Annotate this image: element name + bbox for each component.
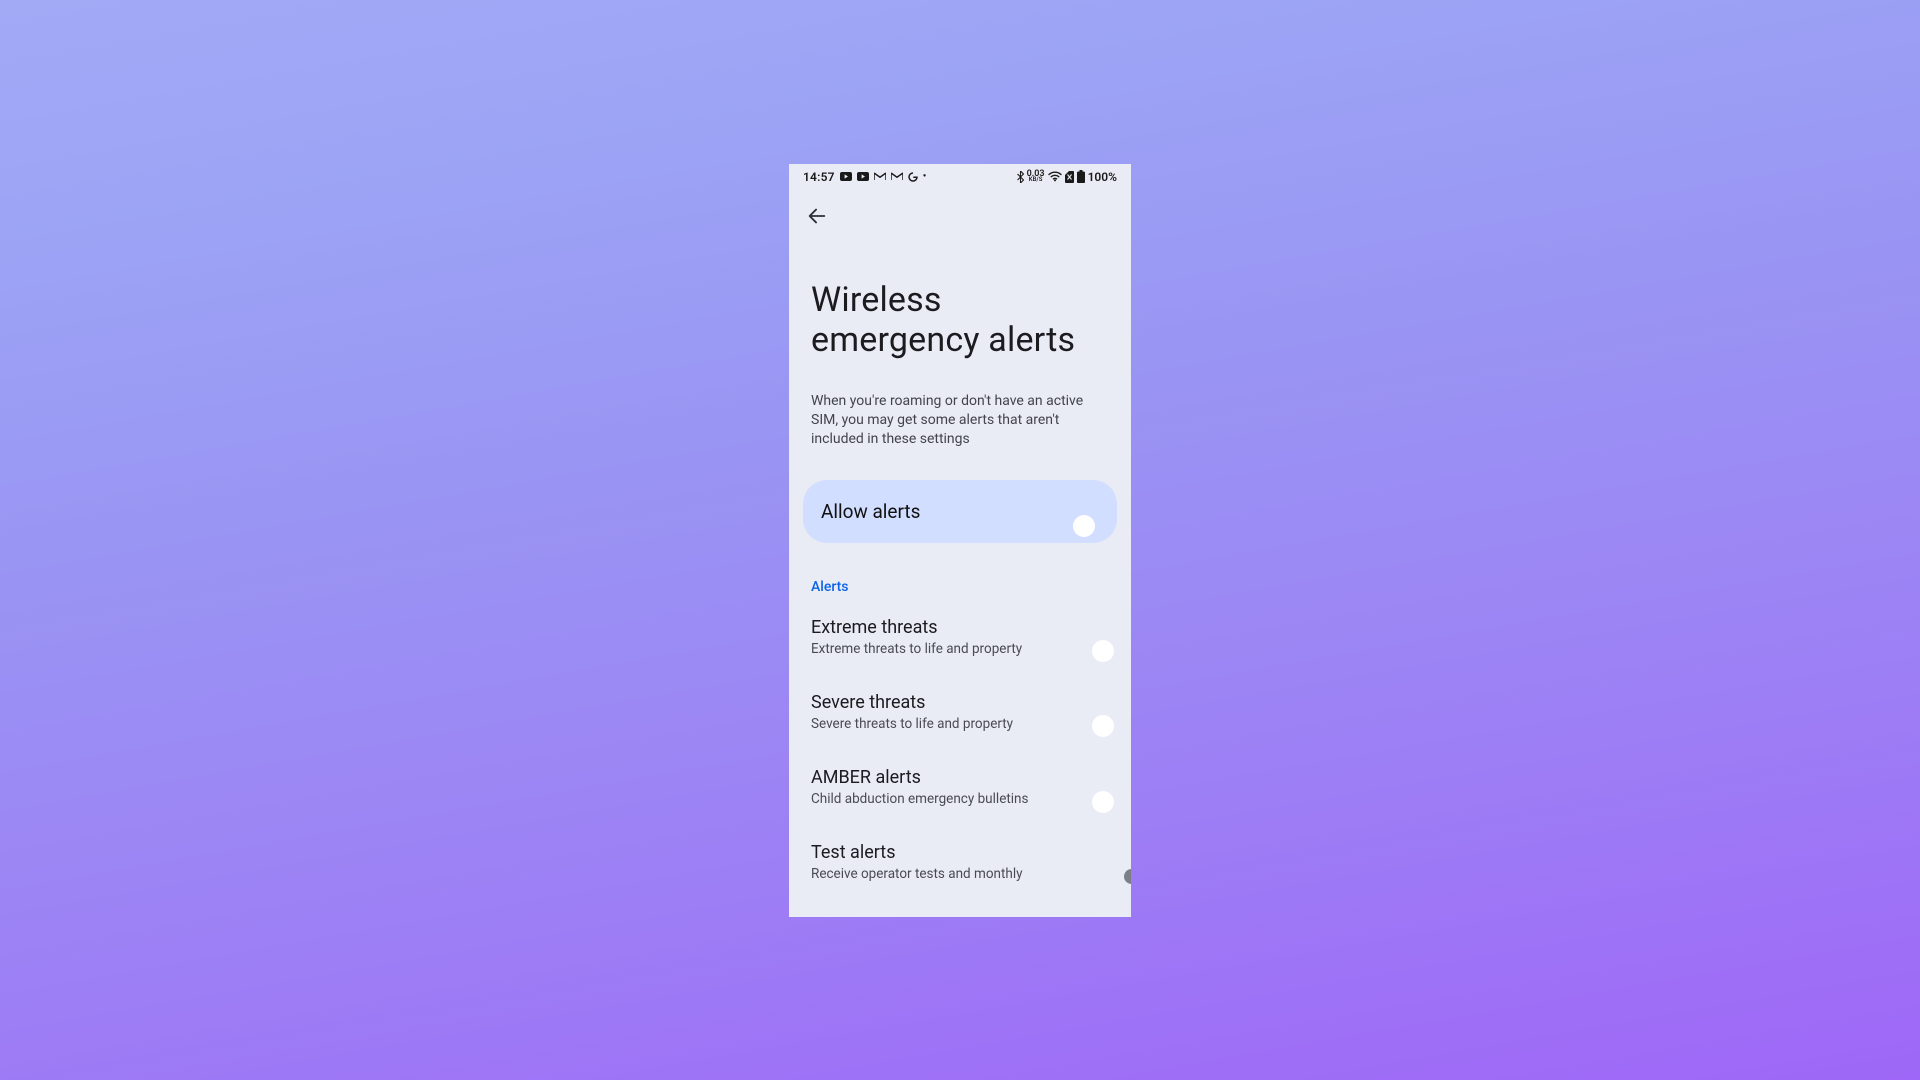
phone-frame: 14:57 • 0.03 KB/S: [789, 164, 1131, 917]
battery-text: 100%: [1088, 170, 1117, 184]
net-speed: 0.03 KB/S: [1027, 171, 1045, 182]
arrow-left-icon: [806, 205, 828, 230]
back-button[interactable]: [803, 204, 831, 232]
row-subtitle: Extreme threats to life and property: [811, 640, 1105, 658]
sim-icon: [1065, 171, 1074, 183]
alert-rows: Extreme threats Extreme threats to life …: [789, 599, 1131, 900]
bluetooth-icon: [1017, 171, 1024, 183]
youtube-icon: [840, 172, 852, 181]
row-title: AMBER alerts: [811, 767, 1105, 788]
battery-icon: [1077, 170, 1085, 183]
amber-alerts-row[interactable]: AMBER alerts Child abduction emergency b…: [789, 749, 1131, 824]
section-header-alerts: Alerts: [789, 543, 1131, 599]
extreme-threats-row[interactable]: Extreme threats Extreme threats to life …: [789, 599, 1131, 674]
row-title: Test alerts: [811, 842, 1105, 863]
page-info: When you're roaming or don't have an act…: [789, 360, 1131, 450]
status-time: 14:57: [803, 170, 835, 184]
row-subtitle: Child abduction emergency bulletins: [811, 790, 1105, 808]
wifi-icon: [1048, 171, 1062, 182]
gmail-icon: [874, 172, 886, 181]
gmail-icon-2: [891, 172, 903, 181]
more-notifications-icon: •: [923, 172, 927, 182]
youtube-icon-2: [857, 172, 869, 181]
allow-alerts-label: Allow alerts: [821, 500, 920, 523]
row-title: Severe threats: [811, 692, 1105, 713]
severe-threats-row[interactable]: Severe threats Severe threats to life an…: [789, 674, 1131, 749]
google-icon: [908, 172, 918, 182]
allow-alerts-row[interactable]: Allow alerts: [803, 480, 1117, 543]
test-alerts-row[interactable]: Test alerts Receive operator tests and m…: [789, 824, 1131, 899]
row-subtitle: Severe threats to life and property: [811, 715, 1105, 733]
page-title: Wireless emergency alerts: [811, 280, 1109, 360]
status-bar: 14:57 • 0.03 KB/S: [789, 164, 1131, 190]
row-subtitle: Receive operator tests and monthly: [811, 865, 1105, 883]
app-bar: [789, 190, 1131, 232]
row-title: Extreme threats: [811, 617, 1105, 638]
